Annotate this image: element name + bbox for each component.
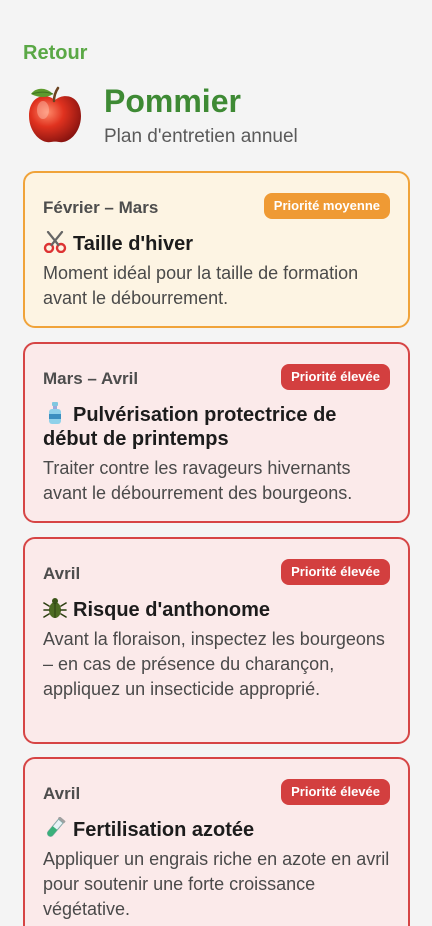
task-card[interactable]: Février – Mars Priorité moyenne Taille d… <box>23 171 410 328</box>
priority-badge: Priorité élevée <box>281 364 390 390</box>
beetle-icon <box>43 598 67 618</box>
screen: Retour Pommier Plan d'entretien annuel F… <box>0 0 432 926</box>
task-title-row: Taille d'hiver <box>43 231 394 256</box>
task-period: Avril <box>43 564 81 583</box>
task-description: Avant la floraison, inspectez les bourge… <box>43 629 385 699</box>
task-title-row: Fertilisation azotée <box>43 817 394 842</box>
task-period: Février – Mars <box>43 198 159 217</box>
spray-bottle-icon <box>49 402 61 424</box>
priority-badge: Priorité élevée <box>281 559 390 585</box>
priority-badge: Priorité moyenne <box>263 193 390 219</box>
task-title-row: Pulvérisation protectrice de début de pr… <box>43 402 394 451</box>
scissors-icon <box>43 231 67 253</box>
task-title: Risque d'anthonome <box>73 599 270 621</box>
task-description: Traiter contre les ravageurs hivernants … <box>43 458 353 503</box>
back-link[interactable]: Retour <box>23 42 87 65</box>
task-description: Appliquer un engrais riche en azote en a… <box>43 849 390 919</box>
task-description: Moment idéal pour la taille de formation… <box>43 263 359 308</box>
page-title: Pommier <box>104 83 241 119</box>
task-period: Avril <box>43 784 81 803</box>
page-subtitle: Plan d'entretien annuel <box>104 126 298 147</box>
task-title: Pulvérisation protectrice de début de pr… <box>43 404 337 450</box>
task-title: Fertilisation azotée <box>73 819 255 841</box>
task-period: Mars – Avril <box>43 369 139 388</box>
task-card[interactable]: Mars – Avril Priorité élevée Pulvérisati… <box>23 342 410 523</box>
task-card[interactable]: Avril Priorité élevée Risque d'anthonome… <box>23 537 410 744</box>
task-title: Taille d'hiver <box>73 233 193 255</box>
task-card[interactable]: Avril Priorité élevée Fertilisation azot… <box>23 757 410 926</box>
page-header: Pommier Plan d'entretien annuel <box>23 80 413 150</box>
apple-icon <box>29 86 81 143</box>
priority-badge: Priorité élevée <box>281 779 390 805</box>
test-tube-icon <box>47 817 66 837</box>
task-title-row: Risque d'anthonome <box>43 597 394 622</box>
